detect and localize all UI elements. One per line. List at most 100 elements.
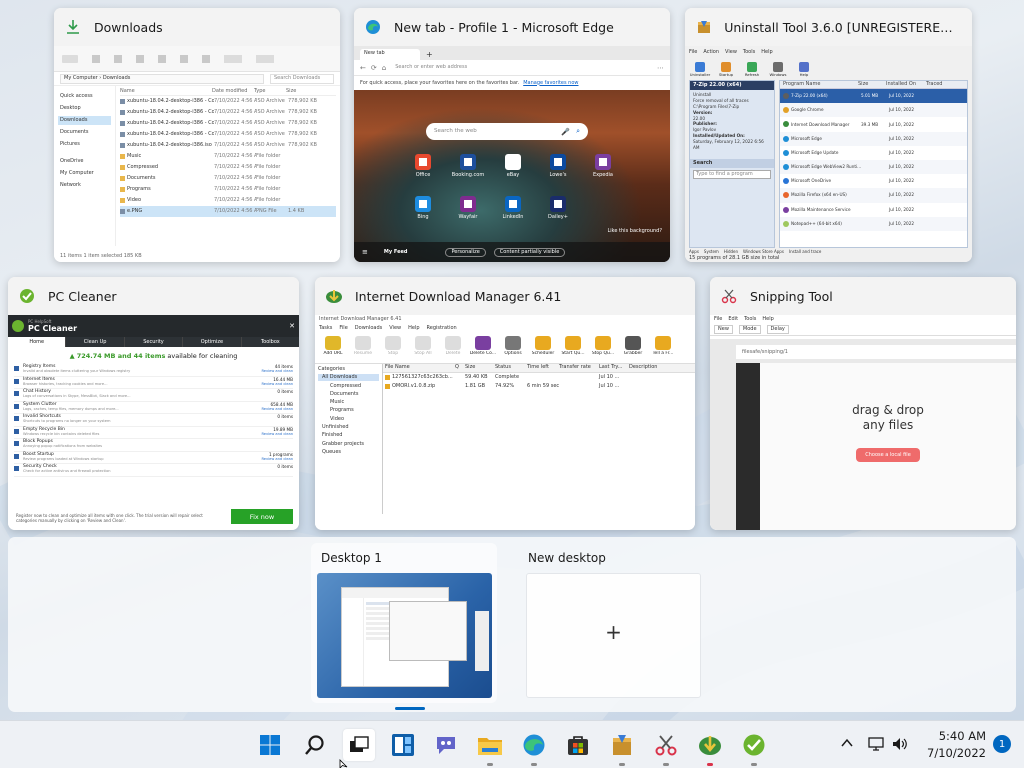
paste-button[interactable] — [136, 54, 144, 63]
col-date[interactable]: Date modified — [212, 88, 254, 95]
start-icon[interactable] — [254, 729, 286, 761]
program-row[interactable]: Mozilla Firefox (x64 en-US) Jul 10, 2022 — [780, 188, 967, 203]
search-bar[interactable]: Search the web 🎤 ⌕ — [426, 123, 588, 140]
review-link[interactable]: Review and clean — [245, 407, 293, 411]
settings-menu-icon[interactable]: ⋯ — [657, 64, 664, 72]
rename-button[interactable] — [158, 54, 166, 63]
address-bar[interactable]: Search or enter web address — [391, 64, 652, 71]
column-header[interactable]: Size — [463, 364, 493, 372]
nav-item[interactable]: Quick access — [58, 92, 111, 101]
toolbar-button[interactable]: Scheduler — [529, 335, 557, 362]
col-size[interactable]: Size — [286, 88, 306, 95]
menu-item[interactable]: Downloads — [355, 325, 382, 334]
menu-item[interactable]: View — [389, 325, 401, 334]
toolbar-button[interactable]: Refresh — [741, 61, 763, 77]
file-row[interactable]: xubuntu-18.04.2-desktop-i386 - Copy (4).… — [120, 118, 336, 129]
sort-button[interactable] — [224, 54, 242, 63]
nav-item[interactable]: Network — [58, 181, 111, 190]
share-button[interactable] — [180, 54, 188, 63]
col-type[interactable]: Type — [254, 88, 286, 95]
browser-tab[interactable]: New tab — [360, 49, 420, 60]
program-row[interactable]: Microsoft Edge Update Jul 10, 2022 — [780, 146, 967, 160]
quick-link-tile[interactable]: Lowe's — [539, 154, 577, 178]
file-row[interactable]: Compressed 7/10/2022 4:56 AMFile folder — [120, 162, 336, 173]
review-link[interactable]: Review and clean — [245, 382, 293, 386]
nav-item[interactable]: Desktop — [58, 104, 111, 113]
program-row[interactable]: 7-Zip 22.00 (x64) 5.01 MB Jul 10, 2022 — [780, 89, 967, 104]
view-button[interactable] — [256, 54, 274, 63]
search-icon[interactable] — [299, 729, 331, 761]
file-row[interactable]: Music 7/10/2022 4:56 AMFile folder — [120, 151, 336, 162]
program-row[interactable]: Microsoft Edge Jul 10, 2022 — [780, 131, 967, 146]
like-background-link[interactable]: Like this background? — [608, 228, 663, 235]
window-idm[interactable]: Internet Download Manager 6.41 Internet … — [315, 277, 695, 530]
tab-toolbox[interactable]: Toolbox — [240, 337, 299, 347]
window-thumbnail[interactable]: PC HelpSoft PC Cleaner ✕ Home Clean Up Sec… — [8, 315, 299, 530]
cleanup-row[interactable]: Boost Startup Review programs loaded at W… — [14, 452, 293, 464]
cleanup-row[interactable]: Internet Items Browser histories, trackin… — [14, 377, 293, 389]
toolbar-button[interactable]: Help — [793, 61, 815, 77]
tab-clean-up[interactable]: Clean Up — [65, 337, 123, 347]
home-icon[interactable]: ⌂ — [382, 64, 386, 72]
file-row[interactable]: xubuntu-18.04.2-desktop-i386.iso 7/10/202… — [120, 140, 336, 151]
store-icon[interactable] — [562, 729, 594, 761]
tab-security[interactable]: Security — [123, 337, 182, 347]
category-item[interactable]: Programs — [318, 407, 379, 414]
quick-link-tile[interactable]: Dailey+ — [539, 196, 577, 220]
window-pc-cleaner[interactable]: PC Cleaner PC HelpSoft PC Cleaner ✕ Home… — [8, 277, 299, 530]
window-title-bar[interactable]: New tab - Profile 1 - Microsoft Edge — [354, 8, 670, 46]
filter-tab[interactable]: Install and trace — [789, 249, 821, 255]
program-row[interactable]: Google Chrome Jul 10, 2022 — [780, 103, 967, 118]
show-hidden-icons[interactable] — [840, 736, 854, 754]
toolbar-button[interactable]: Resume — [349, 335, 377, 362]
toolbar-button[interactable]: Stop — [379, 335, 407, 362]
column-header[interactable]: Last Try... — [597, 364, 627, 372]
program-row[interactable]: Notepad++ (64-bit x64) Jul 10, 2022 — [780, 216, 967, 231]
quick-link-tile[interactable]: Booking.com — [449, 154, 487, 178]
toolbar-button[interactable]: Stop Qu... — [589, 335, 617, 362]
category-item[interactable]: Grabber projects — [318, 441, 379, 448]
menu-item[interactable]: Help — [762, 316, 773, 323]
toolbar-button[interactable]: Options — [499, 335, 527, 362]
toolbar-button[interactable]: Tell a Fr... — [649, 335, 677, 362]
window-downloads[interactable]: Downloads My Computer › Downloads Search… — [54, 8, 340, 262]
file-row[interactable]: Video 7/10/2022 4:56 AMFile folder — [120, 195, 336, 206]
review-link[interactable]: Review and clean — [245, 457, 293, 461]
col-name[interactable]: Name — [120, 88, 212, 95]
cleanup-row[interactable]: Empty Recycle Bin Windows recycle bin con… — [14, 427, 293, 439]
menu-item[interactable]: Tools — [744, 316, 756, 323]
menu-item[interactable]: File — [689, 49, 697, 58]
column-header[interactable]: Q — [453, 364, 463, 372]
menu-item[interactable]: File — [714, 316, 722, 323]
col-size[interactable]: Size — [858, 81, 886, 88]
col-installed-on[interactable]: Installed On — [886, 81, 926, 88]
desktop-1-thumbnail[interactable] — [317, 573, 492, 698]
menu-item[interactable]: Tools — [743, 49, 755, 58]
program-row[interactable]: Internet Download Manager 39.3 MB Jul 10, … — [780, 117, 967, 131]
cut-button[interactable] — [92, 54, 100, 63]
toolbar-button[interactable]: Mode — [738, 325, 761, 334]
download-row[interactable]: 127561327c63c263cb... 59.40 KB Complete Jul… — [383, 373, 695, 382]
window-thumbnail[interactable]: Internet Download Manager 6.41 Tasks File… — [315, 315, 695, 530]
my-feed-tab[interactable]: My Feed — [384, 249, 408, 256]
volume-icon[interactable] — [891, 735, 909, 757]
new-button[interactable] — [62, 54, 78, 63]
quick-link-tile[interactable]: Bing — [404, 196, 442, 220]
window-title-bar[interactable]: Internet Download Manager 6.41 — [315, 277, 695, 315]
uninstall-tool-icon[interactable] — [606, 729, 638, 766]
snipping-tool-icon[interactable] — [650, 729, 682, 766]
toolbar-button[interactable]: Startup — [715, 61, 737, 77]
cleanup-row[interactable]: Invalid Shortcuts Shortcuts to programs n… — [14, 414, 293, 427]
search-box[interactable]: Search Downloads — [270, 73, 334, 84]
task-view-icon[interactable] — [343, 729, 375, 761]
edge-icon[interactable] — [518, 729, 550, 766]
column-header[interactable]: Time left — [525, 364, 557, 372]
quick-link-tile[interactable]: eBay — [494, 154, 532, 178]
window-thumbnail[interactable]: File Action View Tools Help Uninstaller Start… — [685, 46, 972, 262]
search-input[interactable]: Type to find a program — [693, 169, 771, 179]
category-item[interactable]: Music — [318, 399, 379, 406]
chat-icon[interactable] — [430, 729, 462, 761]
toolbar-button[interactable]: Windows — [767, 61, 789, 77]
search-icon[interactable]: ⌕ — [576, 127, 580, 136]
category-item[interactable]: Video — [318, 416, 379, 423]
